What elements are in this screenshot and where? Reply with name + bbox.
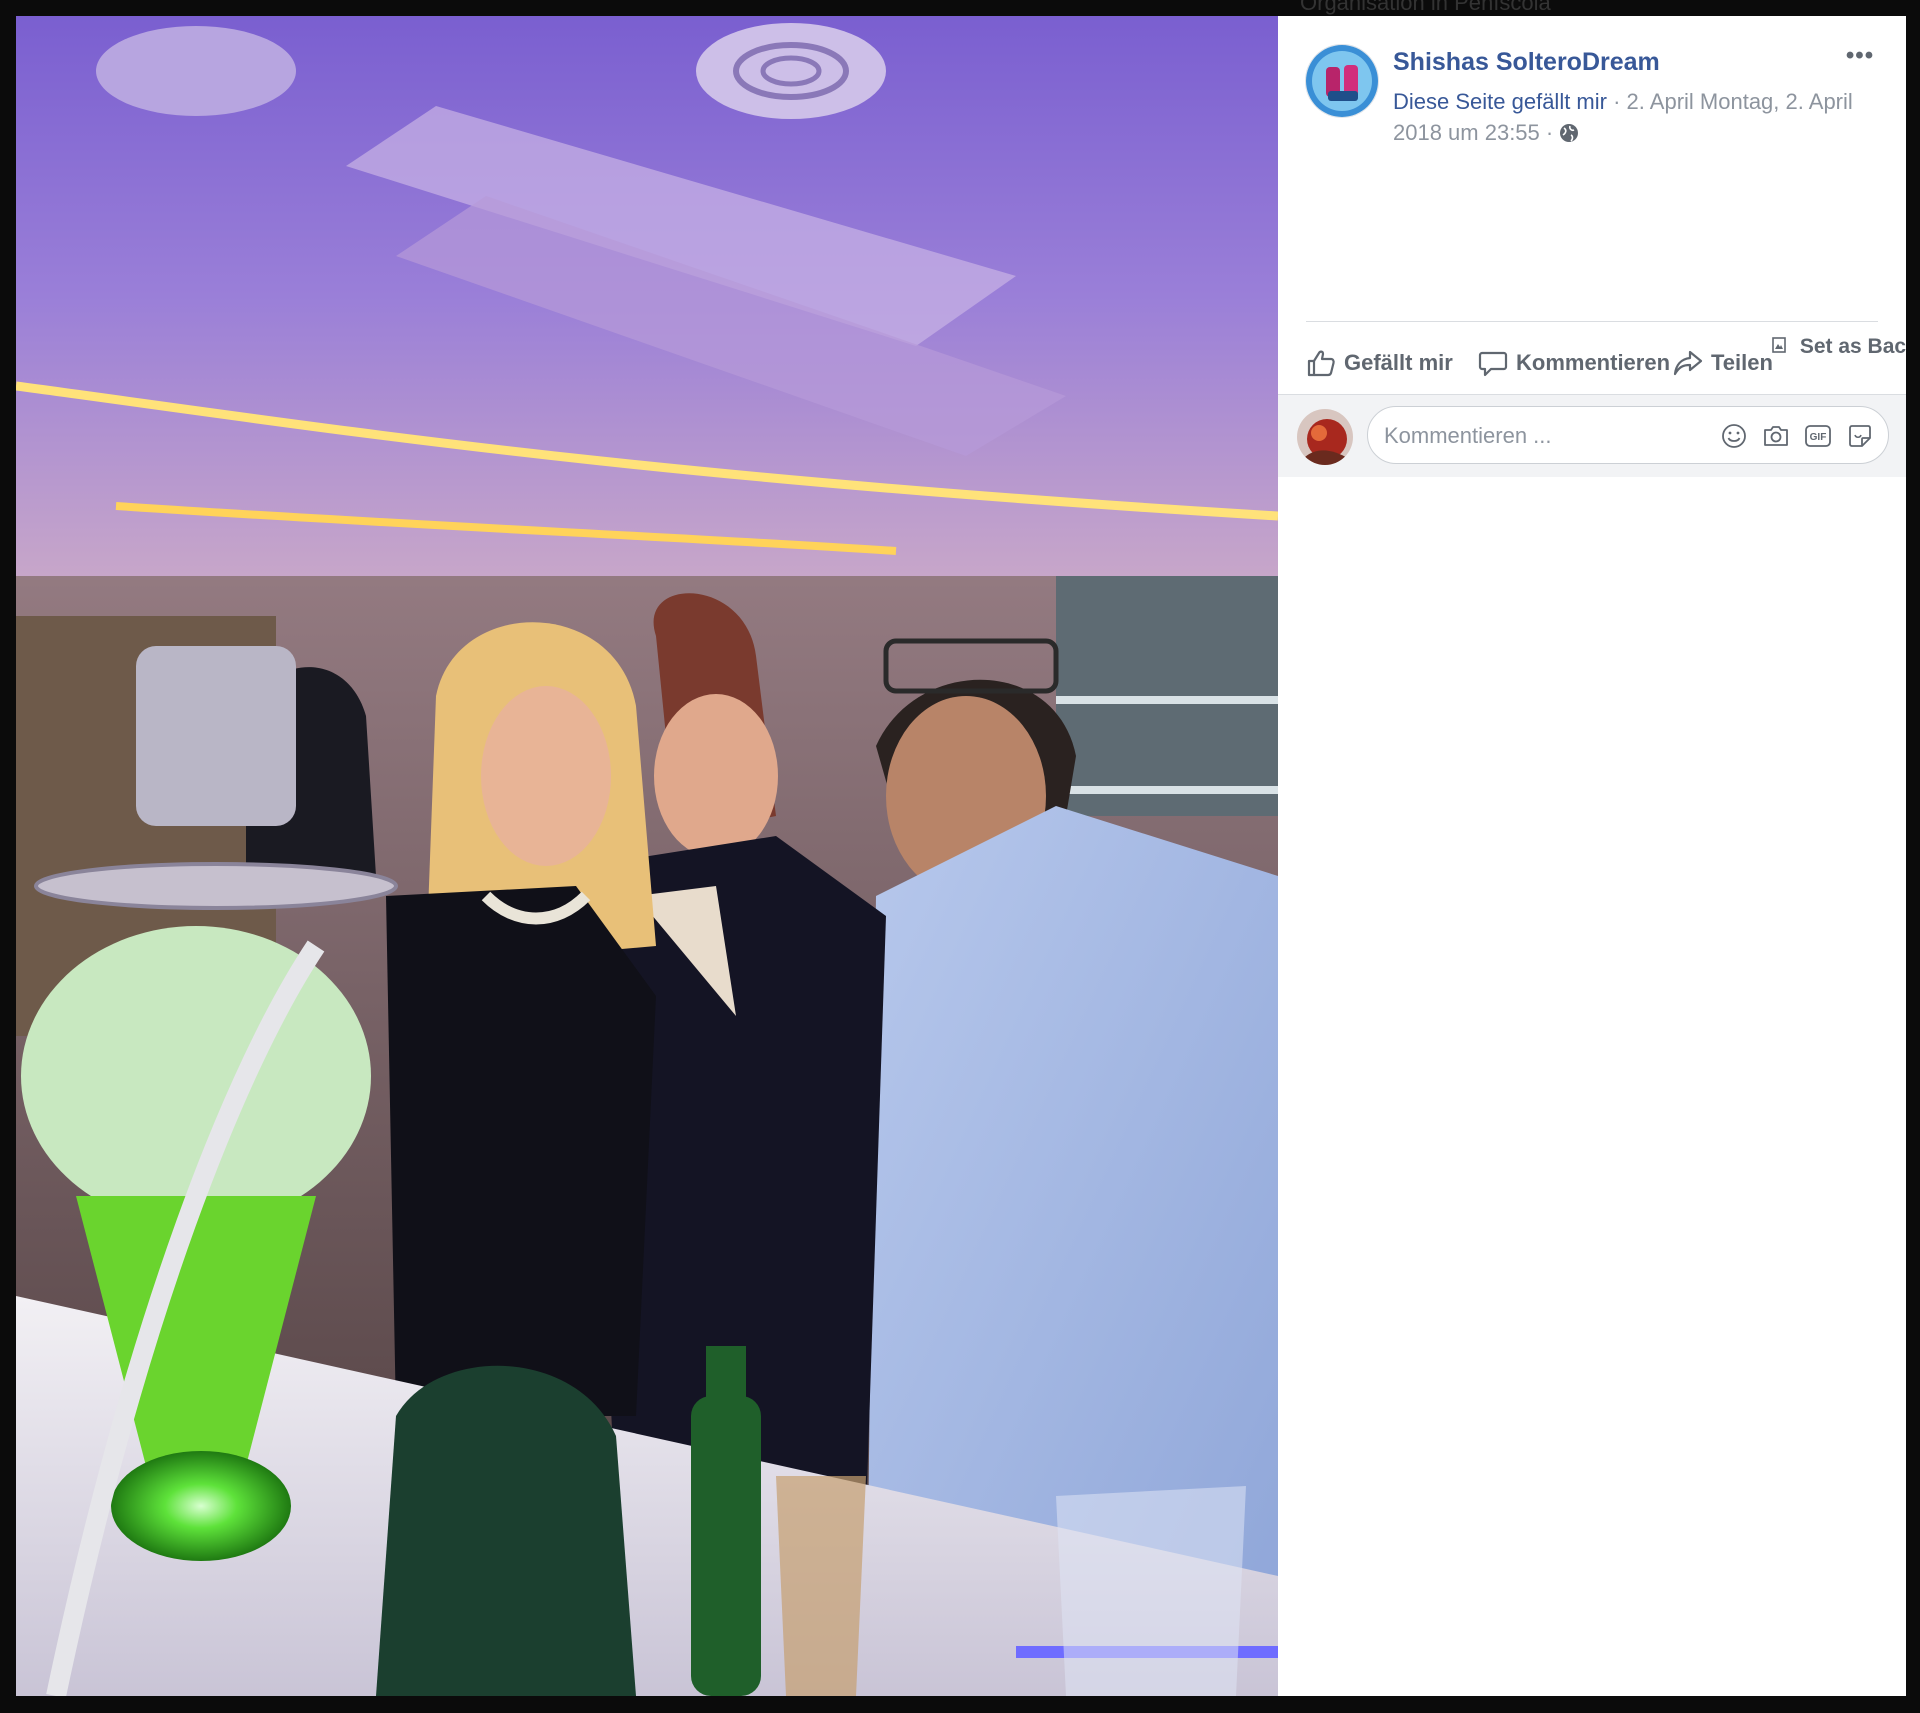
share-button[interactable]: Teilen: [1673, 337, 1773, 389]
more-options-icon[interactable]: •••: [1840, 44, 1880, 74]
image-icon: [1772, 337, 1786, 353]
gif-icon-label: GIF: [1810, 432, 1827, 443]
like-button[interactable]: Gefällt mir: [1306, 337, 1453, 389]
like-page-link[interactable]: Diese Seite gefällt mir: [1393, 89, 1607, 114]
comment-icon: [1478, 351, 1508, 377]
page-avatar-image: [1306, 45, 1378, 117]
page-name-link[interactable]: Shishas SolteroDream: [1393, 48, 1660, 77]
photo-illustration: [16, 16, 1278, 1696]
gif-icon[interactable]: GIF: [1804, 422, 1832, 450]
meta-separator: ·: [1606, 89, 1627, 114]
globe-icon[interactable]: [1559, 123, 1579, 143]
post-actions: Gefällt mir Kommentieren Teilen Set as B…: [1306, 334, 1906, 402]
page-avatar[interactable]: [1305, 44, 1379, 118]
comment-button[interactable]: Kommentieren: [1478, 337, 1670, 389]
comment-label: Kommentieren: [1516, 350, 1671, 375]
camera-icon[interactable]: [1762, 422, 1790, 450]
emoji-icon[interactable]: [1720, 422, 1748, 450]
post-sidebar: Shishas SolteroDream ••• Diese Seite gef…: [1278, 16, 1906, 1696]
like-label: Gefällt mir: [1344, 350, 1453, 375]
audience-separator: ·: [1539, 120, 1560, 145]
set-background-label: Set as Backgrou: [1799, 335, 1906, 358]
thumbs-up-icon: [1307, 350, 1335, 377]
user-avatar-image: [1297, 409, 1353, 465]
comment-field[interactable]: GIF: [1367, 406, 1889, 464]
photo-viewer: Organisation in Peñíscola Shishas Solter…: [0, 0, 1920, 1713]
background-page-text: Organisation in Peñíscola: [1300, 0, 1551, 15]
comment-composer: GIF: [1278, 394, 1906, 477]
set-background-button[interactable]: Set as Backgrou: [1772, 334, 1906, 386]
sticker-icon[interactable]: [1846, 422, 1874, 450]
share-label: Teilen: [1711, 350, 1773, 375]
post-meta: Diese Seite gefällt mir · 2. April Monta…: [1393, 86, 1883, 148]
actions-divider: [1306, 321, 1878, 322]
post-photo[interactable]: [16, 16, 1278, 1696]
user-avatar[interactable]: [1297, 409, 1353, 465]
share-icon: [1673, 350, 1703, 376]
comment-input[interactable]: [1382, 415, 1706, 457]
